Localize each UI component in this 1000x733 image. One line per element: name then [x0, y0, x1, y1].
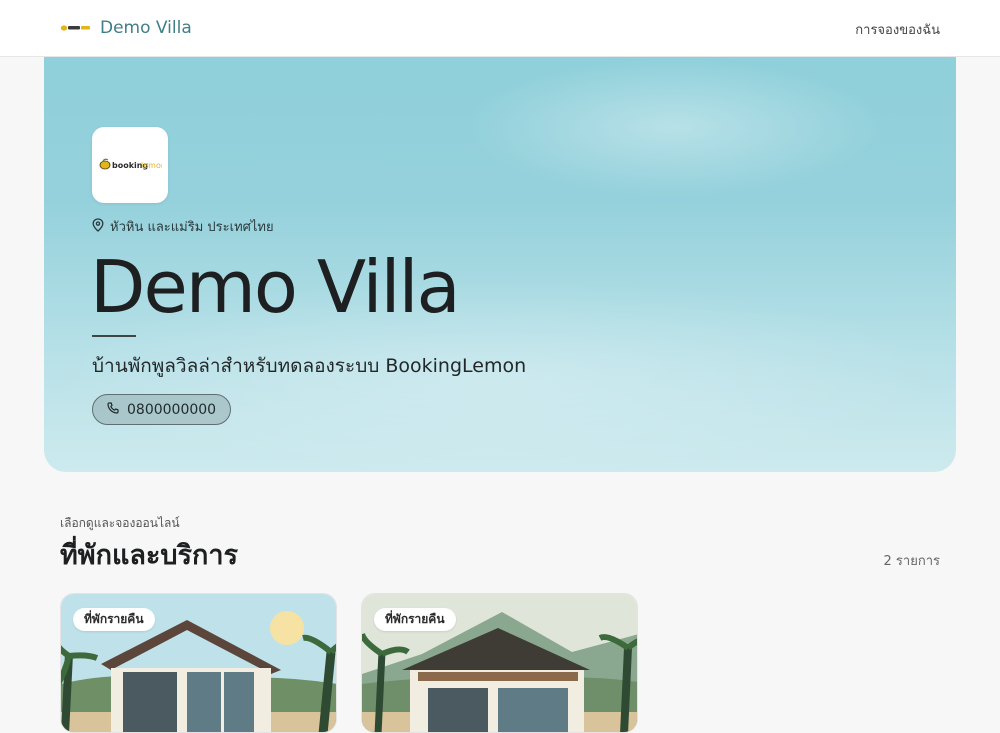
- location: หัวหิน และแม่ริม ประเทศไทย: [92, 216, 274, 237]
- listing-count: 2 รายการ: [883, 554, 940, 569]
- map-pin-icon: [92, 217, 104, 236]
- section-title: ที่พักและบริการ: [60, 540, 239, 571]
- logo-text-lemon: lemon: [141, 161, 162, 170]
- property-subtitle: บ้านพักพูลวิลล่าสำหรับทดลองระบบ BookingL…: [92, 355, 527, 377]
- property-logo: booking lemon: [92, 127, 168, 203]
- phone-number: 0800000000: [127, 401, 217, 418]
- my-bookings-link[interactable]: การจองของฉัน: [855, 19, 940, 40]
- phone-icon: [107, 401, 119, 418]
- listing-card[interactable]: ที่พักรายคืน: [60, 593, 337, 733]
- hero-banner: booking lemon หัวหิน และแม่ริม ประเทศไทย…: [44, 57, 956, 472]
- listing-type-badge: ที่พักรายคืน: [73, 608, 155, 631]
- bookinglemon-logo-icon: booking lemon: [99, 158, 162, 170]
- phone-button[interactable]: 0800000000: [92, 394, 232, 425]
- brand-link[interactable]: Demo Villa: [60, 16, 192, 40]
- title-divider: [92, 335, 136, 337]
- top-navbar: Demo Villa การจองของฉัน: [0, 0, 1000, 57]
- property-title: Demo Villa: [90, 245, 461, 329]
- section-kicker: เลือกดูและจองออนไลน์: [60, 516, 180, 530]
- location-text: หัวหิน และแม่ริม ประเทศไทย: [110, 220, 274, 235]
- listing-card[interactable]: ที่พักรายคืน: [361, 593, 638, 733]
- hero-cloud: [464, 57, 884, 197]
- brand-title: Demo Villa: [100, 18, 192, 38]
- listing-type-badge: ที่พักรายคืน: [374, 608, 456, 631]
- bookinglemon-logo-icon: [60, 16, 92, 40]
